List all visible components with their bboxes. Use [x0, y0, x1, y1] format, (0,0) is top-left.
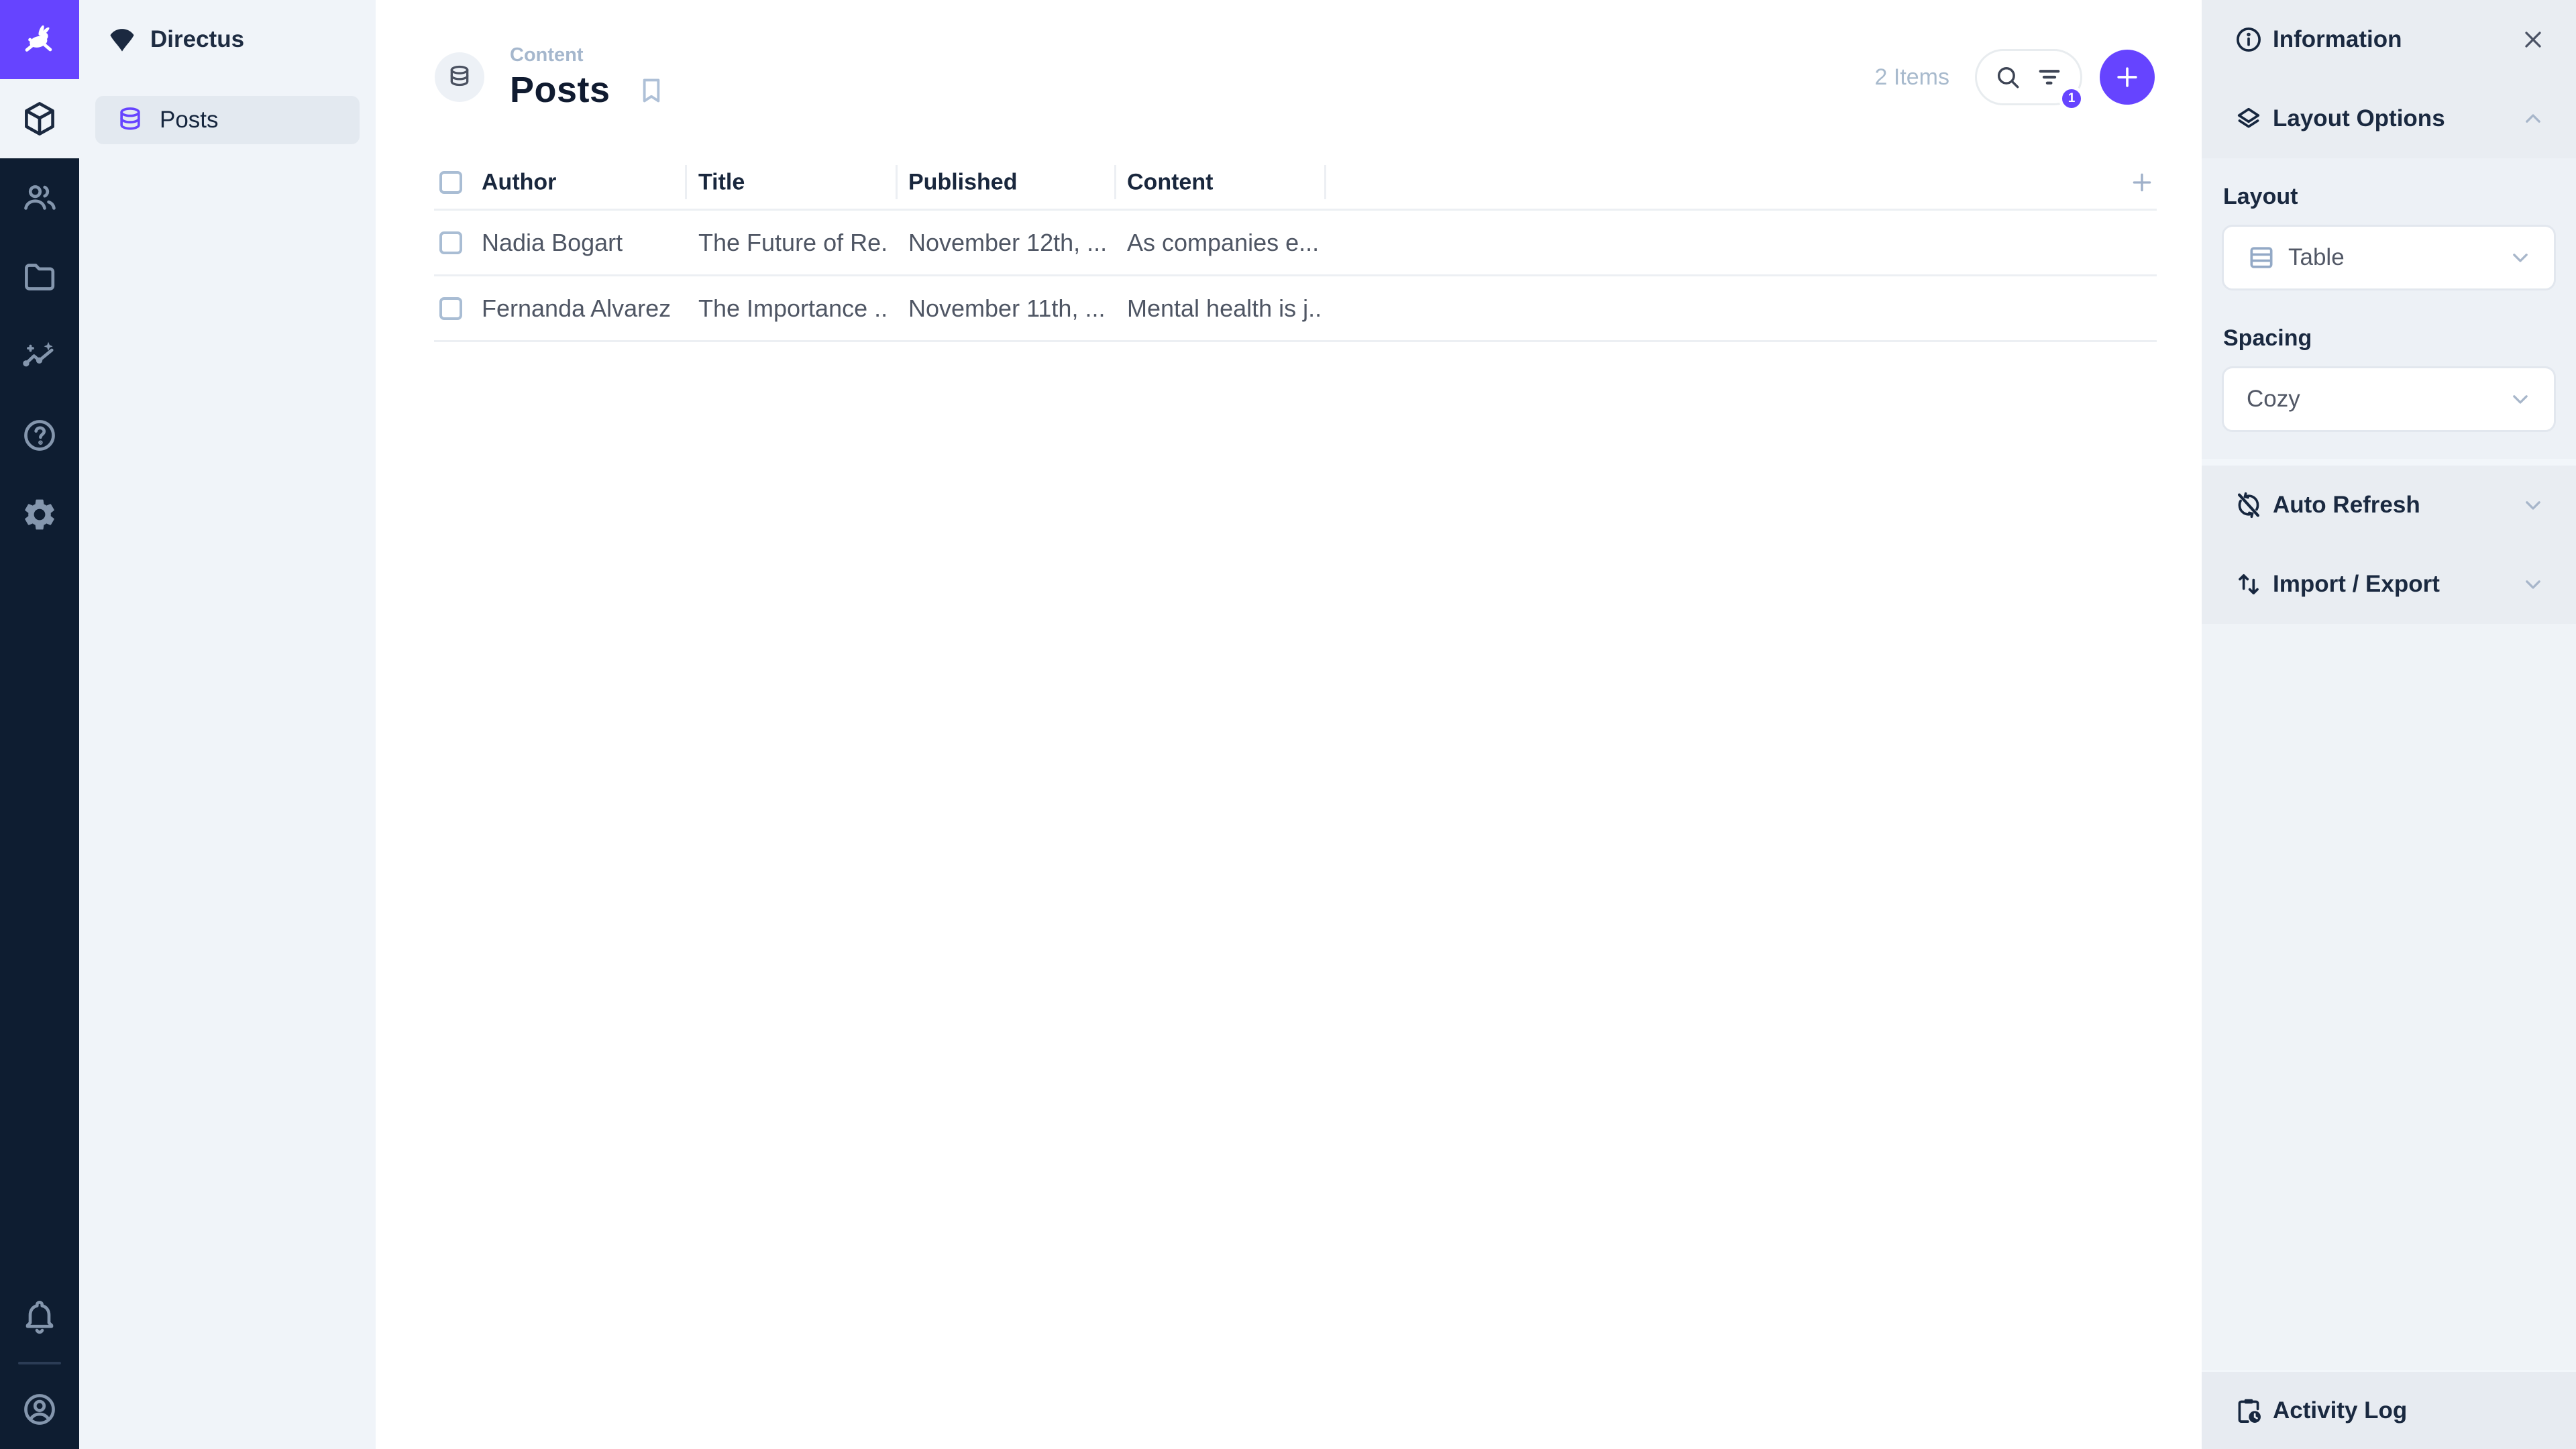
chevron-up-icon [2526, 114, 2540, 123]
module-insights[interactable] [0, 317, 79, 396]
section-auto-refresh[interactable]: Auto Refresh [2202, 466, 2576, 545]
column-divider [1114, 165, 1116, 199]
items-table: Author Title Published Content Nadia Bog… [434, 156, 2157, 342]
project-rank-icon [110, 29, 134, 52]
database-icon [450, 65, 469, 87]
module-content[interactable] [0, 79, 79, 158]
module-bar-divider [18, 1362, 61, 1364]
rabbit-logo-icon [25, 25, 52, 52]
spacing-select[interactable]: Cozy [2222, 366, 2556, 432]
cell-title: The Importance ... [698, 294, 890, 322]
column-header-published[interactable]: Published [908, 169, 1106, 195]
spacing-select-value: Cozy [2247, 386, 2300, 412]
project-name: Directus [150, 26, 245, 52]
spacing-field-label: Spacing [2223, 325, 2312, 351]
items-count: 2 Items [1874, 64, 1949, 90]
project-switcher[interactable]: Directus [79, 0, 376, 79]
cell-author: Nadia Bogart [482, 228, 623, 256]
information-header: Information [2202, 0, 2576, 79]
close-icon[interactable] [2520, 26, 2546, 53]
help-icon [24, 420, 55, 451]
page-title: Posts [510, 69, 610, 110]
column-divider [685, 165, 687, 199]
people-icon [24, 185, 56, 210]
collection-chip [435, 52, 484, 102]
sidebar-item-posts[interactable]: Posts [95, 96, 360, 144]
filter-icon[interactable] [2035, 63, 2063, 91]
column-divider [1324, 165, 1326, 199]
nav-sidebar: Directus Posts [79, 0, 376, 1449]
column-header-content[interactable]: Content [1127, 169, 1322, 195]
cell-content: Mental health is j... [1127, 294, 1322, 322]
main-content: Content Posts 2 Items 1 Author Title Pub… [376, 0, 2202, 1449]
cell-author: Fernanda Alvarez [482, 294, 672, 322]
layout-field-label: Layout [2223, 184, 2298, 209]
information-label: Information [2273, 26, 2402, 52]
activity-log-icon [2238, 1399, 2261, 1423]
add-item-button[interactable] [2100, 50, 2155, 105]
layout-select[interactable]: Table [2222, 225, 2556, 290]
folder-icon [25, 264, 55, 290]
bookmark-icon[interactable] [636, 74, 667, 105]
info-sidebar: Information Layout Options Layout Table [2202, 0, 2576, 1449]
sidebar-item-label: Posts [160, 107, 219, 133]
database-icon [120, 107, 140, 130]
cell-published: November 11th, ... [908, 294, 1106, 322]
page-header: Content Posts 2 Items 1 [376, 0, 2202, 154]
sidebar-filler [2202, 624, 2576, 1370]
notifications-button[interactable] [0, 1277, 79, 1356]
module-bar [0, 0, 79, 1449]
section-layout-options[interactable]: Layout Options [2202, 79, 2576, 158]
info-icon [2237, 28, 2261, 52]
gear-icon [25, 499, 54, 530]
chevron-down-icon [2513, 395, 2528, 404]
layout-select-value: Table [2288, 244, 2345, 270]
activity-log-label: Activity Log [2273, 1397, 2408, 1424]
section-divider [2202, 459, 2576, 466]
cell-published: November 12th, ... [908, 228, 1106, 256]
row-checkbox[interactable] [439, 297, 462, 320]
chevron-down-icon [2526, 501, 2540, 510]
insights-icon [23, 341, 54, 367]
directus-logo-button[interactable] [0, 0, 79, 79]
section-label: Auto Refresh [2273, 492, 2420, 518]
chevron-down-icon [2513, 254, 2528, 262]
search-icon[interactable] [1994, 63, 2022, 91]
cube-icon [25, 102, 54, 136]
column-header-title[interactable]: Title [698, 169, 890, 195]
layers-icon [2237, 107, 2260, 128]
module-documentation[interactable] [0, 396, 79, 475]
layout-options-fields: Layout Table Spacing Cozy [2202, 158, 2576, 459]
module-user-directory[interactable] [0, 158, 79, 237]
table-layout-icon [2250, 247, 2273, 268]
section-label: Layout Options [2273, 105, 2445, 131]
breadcrumb[interactable]: Content [510, 44, 667, 66]
cell-title: The Future of Re... [698, 228, 890, 256]
search-filter-pill: 1 [1975, 49, 2084, 111]
plus-icon [2117, 67, 2137, 87]
activity-log-button[interactable]: Activity Log [2202, 1370, 2576, 1449]
section-import-export[interactable]: Import / Export [2202, 545, 2576, 624]
select-all-checkbox[interactable] [439, 170, 462, 194]
section-label: Import / Export [2273, 571, 2440, 597]
sync-disabled-icon [2237, 492, 2260, 519]
table-header-row: Author Title Published Content [434, 156, 2157, 211]
add-column-icon[interactable] [2129, 169, 2155, 196]
filter-count-badge: 1 [2059, 86, 2084, 111]
chevron-down-icon [2526, 580, 2540, 589]
table-row[interactable]: Nadia Bogart The Future of Re... Novembe… [434, 211, 2157, 276]
user-circle-icon [24, 1394, 55, 1425]
column-header-author[interactable]: Author [482, 169, 680, 195]
title-block: Content Posts [510, 44, 667, 111]
module-settings[interactable] [0, 475, 79, 554]
row-checkbox[interactable] [439, 231, 462, 254]
account-button[interactable] [0, 1370, 79, 1449]
column-divider [896, 165, 898, 199]
cell-content: As companies e... [1127, 228, 1320, 256]
table-row[interactable]: Fernanda Alvarez The Importance ... Nove… [434, 276, 2157, 342]
bell-icon [25, 1300, 54, 1334]
module-file-library[interactable] [0, 237, 79, 317]
swap-vertical-icon [2239, 574, 2259, 595]
